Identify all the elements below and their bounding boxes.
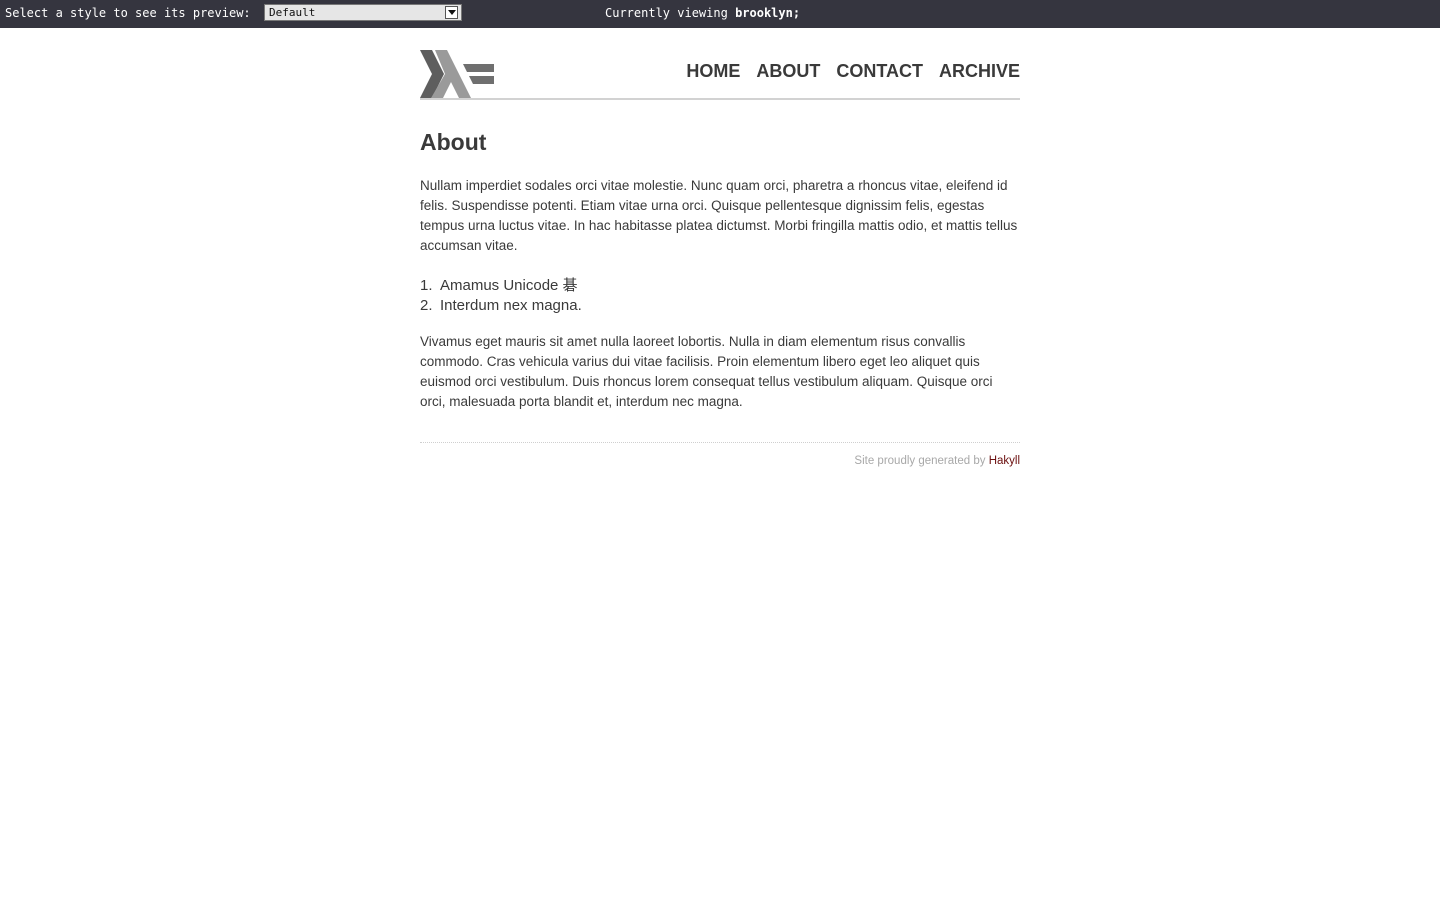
style-switcher-bar: Select a style to see its preview: Defau… [0,0,1440,28]
page-container: HOME ABOUT CONTACT ARCHIVE About Nullam … [420,28,1020,467]
list-item-text: Amamus Unicode 碁 [440,277,578,294]
currently-viewing-prefix: Currently viewing [605,6,728,20]
intro-paragraph: Nullam imperdiet sodales orci vitae mole… [420,178,1018,253]
currently-viewing-label: Currently viewing brooklyn; [605,6,800,20]
nav-contact-link[interactable]: CONTACT [836,61,923,82]
ordered-list: 1. Amamus Unicode 碁 2. Interdum nex magna. [420,276,582,316]
nav-home-link[interactable]: HOME [686,61,740,82]
style-prompt-label: Select a style to see its preview: [5,6,251,20]
list-item-number: 2. [420,297,433,314]
list-item: 1. Amamus Unicode 碁 [420,276,582,296]
nav-about-link[interactable]: ABOUT [756,61,820,82]
chevron-down-icon[interactable] [445,6,458,19]
list-item: 2. Interdum nex magna. [420,296,582,316]
list-item-text: Interdum nex magna. [440,297,582,314]
main-nav: HOME ABOUT CONTACT ARCHIVE [686,61,1020,82]
current-style-name: brooklyn; [735,6,801,20]
page-title: About [420,129,487,155]
haskell-logo-icon[interactable] [420,50,494,98]
site-header: HOME ABOUT CONTACT ARCHIVE [420,28,1020,100]
nav-archive-link[interactable]: ARCHIVE [939,61,1020,82]
site-footer: Site proudly generated by Hakyll [854,455,1020,467]
hakyll-link[interactable]: Hakyll [989,455,1020,467]
list-item-number: 1. [420,277,433,294]
style-select[interactable]: Default [264,4,462,21]
footer-text: Site proudly generated by [854,455,986,467]
footer-divider [420,442,1020,443]
style-select-value: Default [269,6,316,19]
body-paragraph: Vivamus eget mauris sit amet nulla laore… [420,334,993,409]
